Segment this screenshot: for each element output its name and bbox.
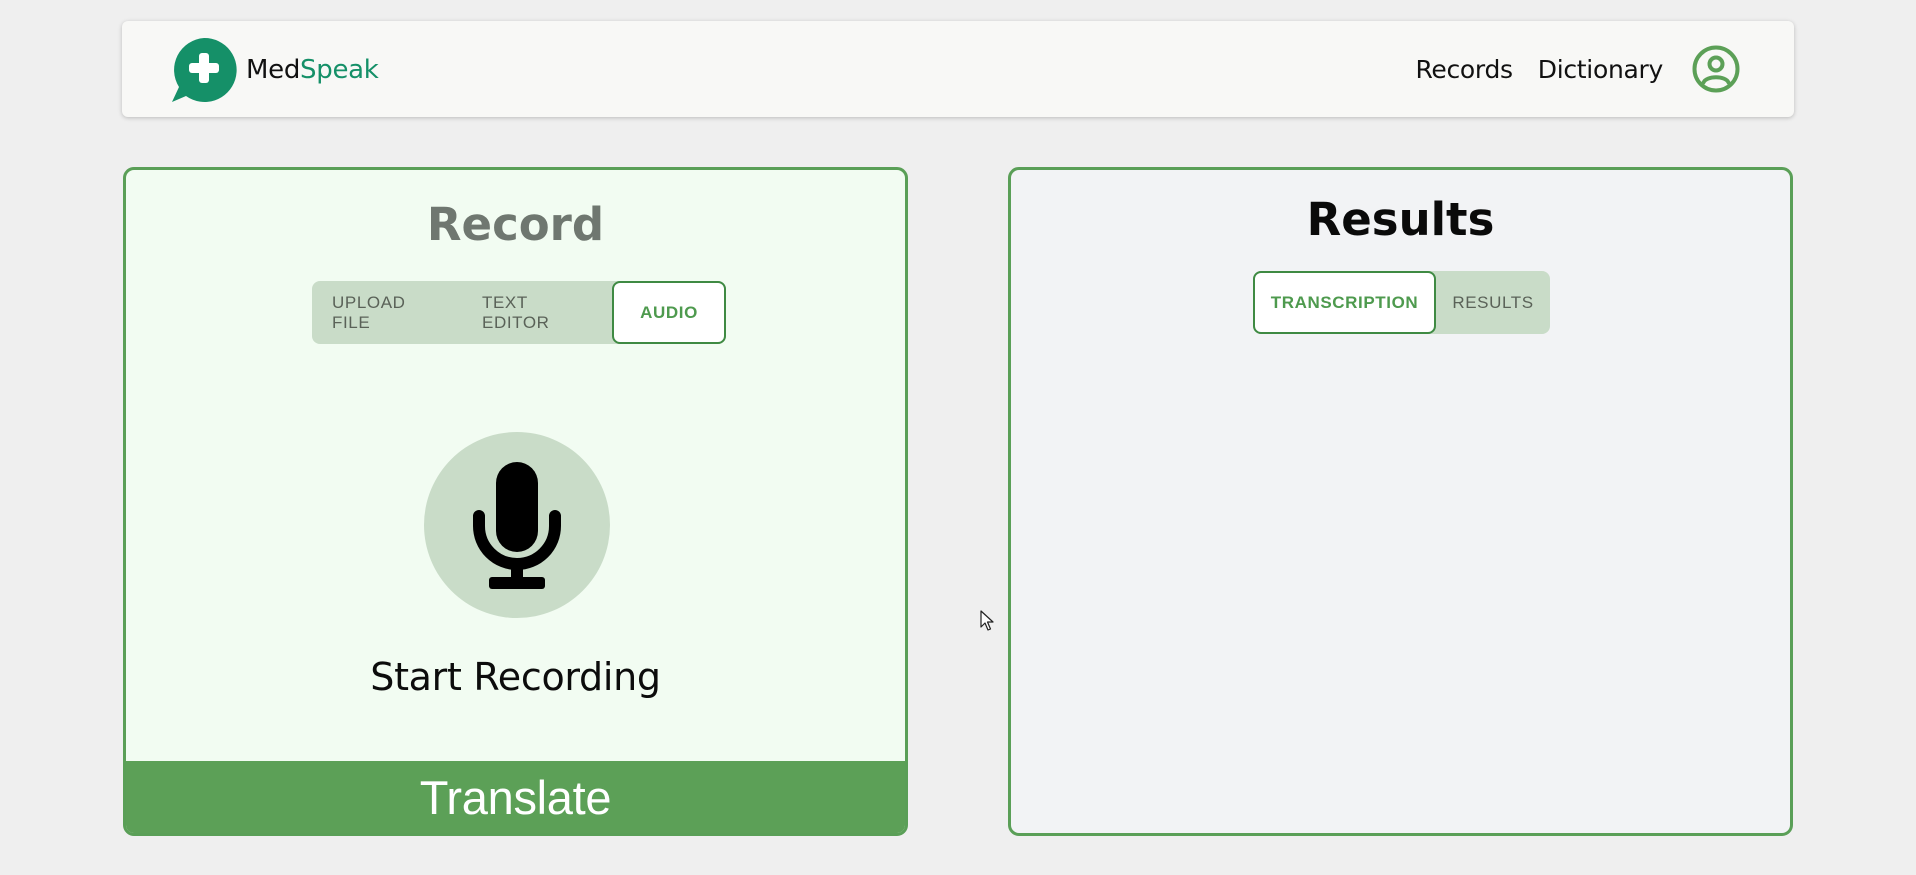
tab-text-editor[interactable]: TEXT EDITOR [462, 281, 612, 344]
translate-button[interactable]: Translate [126, 761, 905, 833]
tab-upload-file[interactable]: UPLOAD FILE [312, 281, 462, 344]
speech-bubble-plus-icon [172, 37, 237, 102]
brand-prefix: Med [246, 55, 301, 85]
start-recording-label[interactable]: Start Recording [126, 655, 905, 699]
record-mode-tabs: UPLOAD FILE TEXT EDITOR AUDIO [312, 281, 726, 344]
results-view-tabs: TRANSCRIPTION RESULTS [1253, 271, 1550, 334]
tab-results[interactable]: RESULTS [1436, 271, 1550, 334]
nav-records-link[interactable]: Records [1415, 55, 1513, 84]
top-navbar: MedSpeak Records Dictionary [122, 21, 1794, 117]
user-circle-icon[interactable] [1691, 44, 1741, 94]
tab-audio[interactable]: AUDIO [612, 281, 726, 344]
brand-name: MedSpeak [246, 55, 379, 85]
results-panel: Results TRANSCRIPTION RESULTS [1008, 167, 1793, 836]
nav-dictionary-link[interactable]: Dictionary [1538, 55, 1664, 84]
record-title: Record [426, 198, 605, 251]
mouse-cursor-icon [980, 610, 994, 631]
tab-transcription[interactable]: TRANSCRIPTION [1253, 271, 1436, 334]
logo-link[interactable]: MedSpeak [170, 36, 379, 104]
main-nav: Records Dictionary [1415, 44, 1741, 94]
results-title: Results [1306, 193, 1495, 246]
microphone-icon [473, 462, 561, 589]
results-content [1041, 360, 1760, 803]
record-panel: Record UPLOAD FILE TEXT EDITOR AUDIO Sta… [123, 167, 908, 836]
brand-suffix: Speak [300, 55, 379, 85]
record-mic-button[interactable] [424, 432, 610, 618]
